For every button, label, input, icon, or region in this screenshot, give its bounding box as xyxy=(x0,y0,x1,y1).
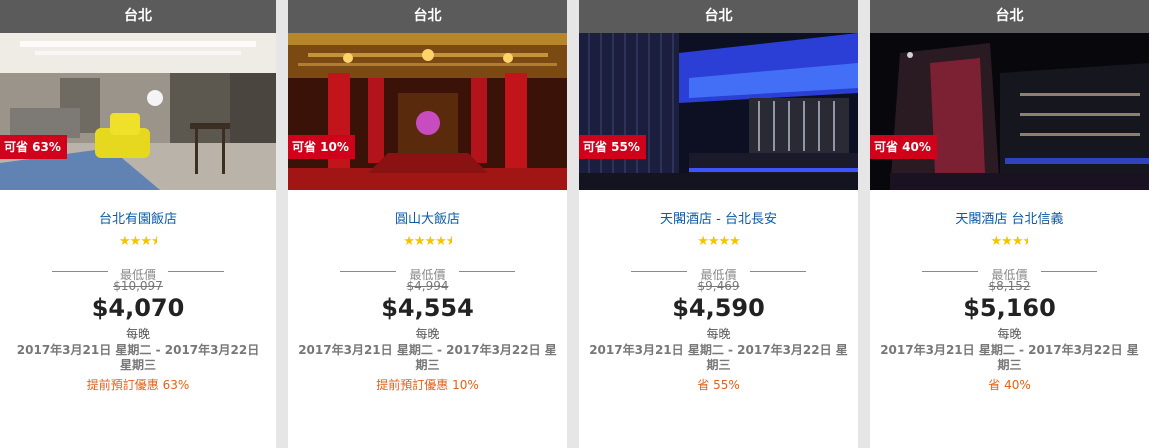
hotel-photo[interactable]: 可省 40% xyxy=(870,33,1149,190)
stay-dates: 2017年3月21日 星期二 - 2017年3月22日 星期三 xyxy=(589,343,848,372)
lowest-price-row: 最低價 xyxy=(288,264,567,282)
stars-icon: ★★★ xyxy=(119,234,152,249)
divider xyxy=(750,271,806,272)
deal-price: $4,070 xyxy=(91,294,185,322)
lowest-price-label: 最低價 xyxy=(119,268,156,282)
stars-icon: ★★★★ xyxy=(403,234,447,249)
hotel-photo[interactable]: 可省 10% xyxy=(288,33,567,190)
reception-photo xyxy=(579,33,858,190)
promo-text: 省 55% xyxy=(697,378,740,392)
lowest-price-label: 最低價 xyxy=(700,268,737,282)
divider xyxy=(631,271,687,272)
divider xyxy=(168,271,224,272)
hotel-name-link[interactable]: 圓山大飯店 xyxy=(288,208,567,227)
grand-hall-photo xyxy=(288,33,567,190)
hotel-name-link[interactable]: 天閣酒店 - 台北長安 xyxy=(579,208,858,227)
hotel-card[interactable]: 台北 可省 63% 台北有園飯店 ★★★★ 最低價 $10,097 $4,070… xyxy=(0,0,276,448)
stay-dates: 2017年3月21日 星期二 - 2017年3月22日 星期三 xyxy=(880,343,1139,372)
promo-text: 提前預訂優惠 10% xyxy=(376,378,479,392)
lowest-price-row: 最低價 xyxy=(0,264,276,282)
city-header: 台北 xyxy=(870,0,1149,33)
per-night-label: 每晚 xyxy=(415,327,440,341)
star-rating: ★★★★ xyxy=(870,234,1149,250)
half-star-icon: ★ xyxy=(150,234,157,249)
city-header: 台北 xyxy=(579,0,858,33)
deal-price: $4,590 xyxy=(672,294,765,322)
hotel-photo[interactable]: 可省 63% xyxy=(0,33,276,190)
discount-badge: 可省 10% xyxy=(288,135,355,159)
divider xyxy=(922,271,978,272)
stars-icon: ★★★ xyxy=(990,234,1024,249)
stay-dates: 2017年3月21日 星期二 - 2017年3月22日 星期三 xyxy=(16,343,260,372)
divider xyxy=(459,271,515,272)
city-header: 台北 xyxy=(0,0,276,33)
star-rating: ★★★★ xyxy=(0,234,276,250)
hotel-lobby-photo xyxy=(0,33,276,190)
stay-dates: 2017年3月21日 星期二 - 2017年3月22日 星期三 xyxy=(298,343,557,372)
building-night-photo xyxy=(870,33,1149,190)
divider xyxy=(340,271,396,272)
deal-price: $4,554 xyxy=(381,294,474,322)
per-night-label: 每晚 xyxy=(125,327,150,341)
hotel-name-link[interactable]: 天閣酒店 台北信義 xyxy=(870,208,1149,227)
lowest-price-label: 最低價 xyxy=(991,268,1028,282)
city-header: 台北 xyxy=(288,0,567,33)
discount-badge: 可省 55% xyxy=(579,135,646,159)
per-night-label: 每晚 xyxy=(997,327,1022,341)
star-rating: ★★★★ xyxy=(579,234,858,250)
star-rating: ★★★★★ xyxy=(288,234,567,250)
promo-text: 提前預訂優惠 63% xyxy=(86,378,190,392)
lowest-price-row: 最低價 xyxy=(579,264,858,282)
stars-icon: ★★★★ xyxy=(697,234,741,249)
lowest-price-row: 最低價 xyxy=(870,264,1149,282)
deal-price: $5,160 xyxy=(963,294,1056,322)
hotel-card[interactable]: 台北 可省 55% 天閣酒店 - 台北長安 ★★★★ 最低價 $9,469 $4… xyxy=(579,0,858,448)
discount-badge: 可省 63% xyxy=(0,135,67,159)
divider xyxy=(52,271,108,272)
hotel-card[interactable]: 台北 可省 10% 圓山大飯店 ★★★★★ 最低價 $4,994 $4,554 … xyxy=(288,0,567,448)
hotel-name-link[interactable]: 台北有園飯店 xyxy=(0,208,276,227)
lowest-price-label: 最低價 xyxy=(409,268,446,282)
hotel-photo[interactable]: 可省 55% xyxy=(579,33,858,190)
half-star-icon: ★ xyxy=(1022,234,1029,249)
hotel-deals-row: 台北 可省 63% 台北有園飯店 ★★★★ 最低價 $10,097 $4,070… xyxy=(0,0,1149,448)
half-star-icon: ★ xyxy=(445,234,452,249)
per-night-label: 每晚 xyxy=(706,327,731,341)
discount-badge: 可省 40% xyxy=(870,135,937,159)
divider xyxy=(1041,271,1097,272)
promo-text: 省 40% xyxy=(988,378,1031,392)
hotel-card[interactable]: 台北 可省 40% 天閣酒店 台北信義 ★★★★ 最低價 $8,152 $5,1… xyxy=(870,0,1149,448)
